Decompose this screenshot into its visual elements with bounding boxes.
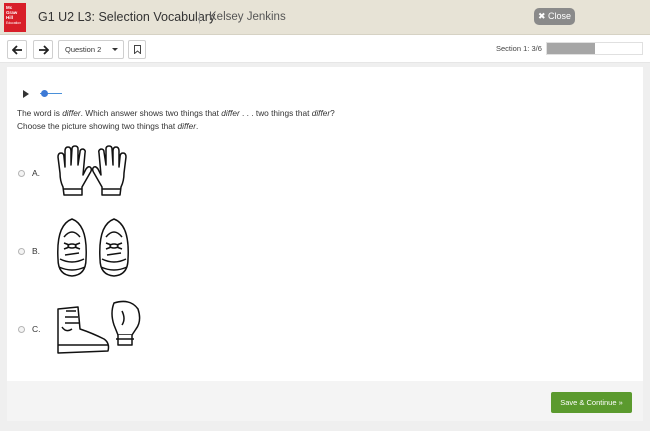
play-icon[interactable] (23, 90, 29, 98)
save-continue-button[interactable]: Save & Continue » (551, 392, 632, 413)
gloves-picture (57, 145, 127, 196)
student-name: Kelsey Jenkins (209, 11, 286, 23)
prompt-line-1: The word is differ. Which answer shows t… (17, 108, 335, 118)
question-select[interactable]: Question 2 (58, 40, 124, 59)
close-button[interactable]: ✖ Close (534, 8, 575, 25)
option-b[interactable]: B. (17, 215, 137, 277)
sneakers-picture (57, 218, 129, 277)
arrow-right-icon (39, 45, 49, 55)
next-question-button[interactable] (33, 40, 53, 59)
audio-player (17, 87, 69, 101)
section-progress-bar (546, 42, 643, 55)
question-prompt: The word is differ. Which answer shows t… (17, 107, 577, 132)
bookmark-button[interactable] (128, 40, 146, 59)
question-panel: The word is differ. Which answer shows t… (7, 67, 643, 381)
previous-question-button[interactable] (7, 40, 27, 59)
option-a-letter: A. (32, 168, 41, 178)
option-a-radio[interactable] (18, 170, 25, 177)
assessment-title: G1 U2 L3: Selection Vocabulary (38, 10, 216, 24)
x-icon: ✖ (537, 11, 546, 21)
bookmark-icon (134, 45, 141, 54)
option-c[interactable]: C. (17, 299, 141, 359)
audio-scrubber[interactable] (41, 90, 48, 97)
arrow-left-icon (12, 45, 22, 55)
option-b-radio[interactable] (18, 248, 25, 255)
option-a[interactable]: A. (17, 145, 137, 205)
option-c-radio[interactable] (18, 326, 25, 333)
option-c-letter: C. (32, 324, 41, 334)
app-header: Mc Graw Hill Education G1 U2 L3: Selecti… (0, 0, 650, 35)
close-label: Close (548, 11, 572, 21)
chevron-down-icon (112, 48, 118, 51)
footer-bar: Save & Continue » (7, 381, 643, 421)
question-select-value: Question 2 (65, 45, 102, 54)
title-separator: | (198, 10, 202, 24)
question-toolbar: Question 2 Section 1: 3/6 (0, 35, 650, 63)
section-progress-text: Section 1: 3/6 (496, 44, 542, 53)
progress-fill (547, 43, 595, 54)
mcgraw-hill-logo: Mc Graw Hill Education (4, 3, 26, 32)
prompt-line-2: Choose the picture showing two things th… (17, 120, 199, 131)
boot-and-boxing-glove-picture (57, 300, 141, 354)
option-b-letter: B. (32, 246, 41, 256)
